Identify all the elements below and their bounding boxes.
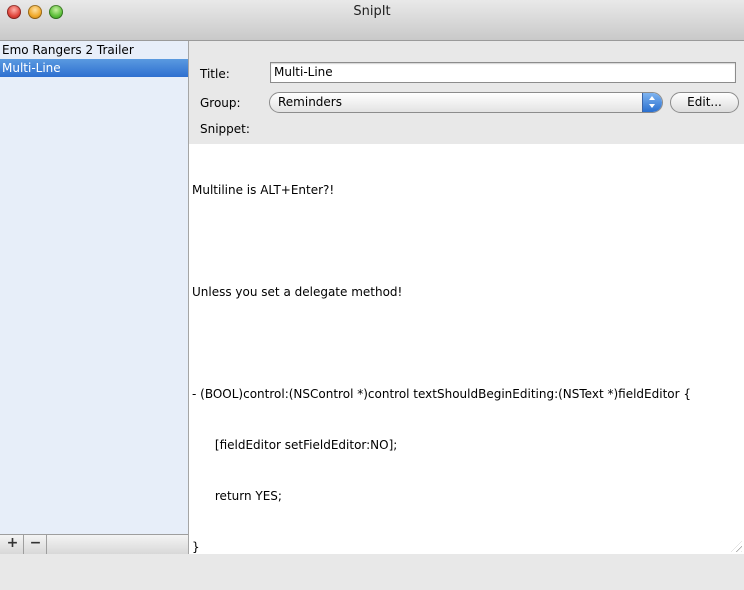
title-bar: SnipIt bbox=[0, 0, 744, 41]
snippet-line: Multiline is ALT+Enter?! bbox=[192, 183, 335, 197]
select-arrows-icon bbox=[642, 93, 662, 112]
sidebar-item-multi-line[interactable]: Multi-Line bbox=[0, 59, 188, 77]
snippet-line: } bbox=[192, 540, 200, 554]
snippet-line: - (BOOL)control:(NSControl *)control tex… bbox=[192, 387, 692, 401]
snippet-line: [fieldEditor setFieldEditor:NO]; bbox=[192, 438, 398, 452]
sidebar-toolbar: + − bbox=[0, 534, 188, 554]
sidebar-item-emo-rangers[interactable]: Emo Rangers 2 Trailer bbox=[0, 41, 188, 59]
add-snippet-button[interactable]: + bbox=[2, 535, 24, 554]
snippet-line bbox=[192, 233, 744, 250]
edit-groups-button[interactable]: Edit... bbox=[670, 92, 739, 113]
window-title: SnipIt bbox=[353, 4, 391, 19]
snippet-line bbox=[192, 335, 744, 352]
snippet-details: Title: Multi-Line Group: Reminders Edit.… bbox=[189, 41, 744, 144]
remove-snippet-button[interactable]: − bbox=[25, 535, 47, 554]
snippet-line: return YES; bbox=[192, 489, 282, 503]
group-label: Group: bbox=[200, 96, 241, 110]
sidebar: Emo Rangers 2 Trailer Multi-Line + − bbox=[0, 41, 189, 554]
snippet-label: Snippet: bbox=[200, 122, 250, 136]
title-label: Title: bbox=[200, 67, 230, 81]
snippet-editor[interactable]: Multiline is ALT+Enter?! Unless you set … bbox=[189, 144, 744, 554]
title-input[interactable]: Multi-Line bbox=[270, 62, 736, 83]
group-select[interactable]: Reminders bbox=[269, 92, 663, 113]
group-select-value: Reminders bbox=[278, 95, 342, 109]
snippet-line: Unless you set a delegate method! bbox=[192, 285, 403, 299]
snippet-list: Emo Rangers 2 Trailer Multi-Line bbox=[0, 41, 188, 77]
